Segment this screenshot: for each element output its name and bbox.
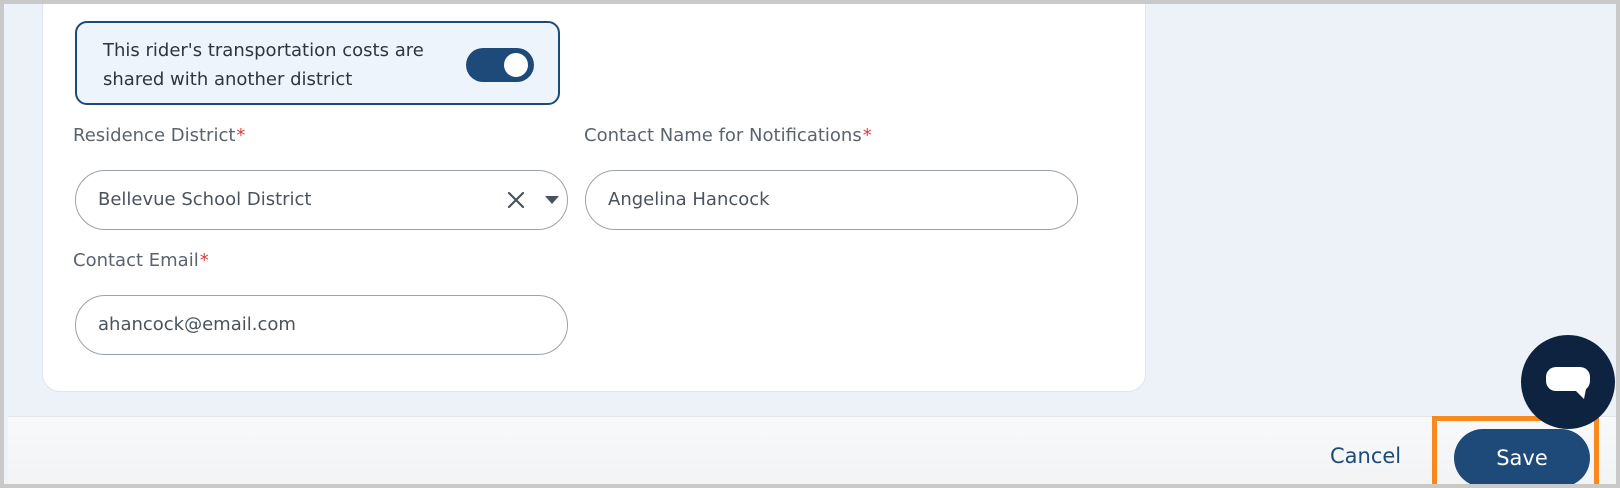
- contact-email-field[interactable]: ahancock@email.com: [75, 295, 568, 355]
- shared-costs-toggle[interactable]: [466, 48, 534, 82]
- toggle-knob: [504, 53, 528, 77]
- contact-email-label-text: Contact Email: [73, 250, 199, 271]
- required-mark: *: [236, 125, 246, 146]
- residence-district-select[interactable]: Bellevue School District: [75, 170, 568, 230]
- shared-costs-label: This rider's transportation costs are sh…: [103, 40, 424, 90]
- contact-email-label: Contact Email*: [73, 250, 209, 271]
- save-button[interactable]: Save: [1454, 429, 1590, 484]
- residence-district-value: Bellevue School District: [98, 189, 312, 210]
- chevron-down-icon[interactable]: [544, 195, 560, 205]
- residence-district-label-text: Residence District: [73, 125, 236, 146]
- contact-name-label: Contact Name for Notifications*: [584, 125, 872, 146]
- contact-email-value: ahancock@email.com: [98, 314, 296, 335]
- cancel-button[interactable]: Cancel: [1330, 444, 1401, 468]
- contact-name-label-text: Contact Name for Notifications: [584, 125, 862, 146]
- chat-icon: [1546, 367, 1590, 399]
- chat-button[interactable]: [1521, 335, 1615, 429]
- required-mark: *: [862, 125, 872, 146]
- close-icon[interactable]: [504, 188, 528, 212]
- shared-costs-box: This rider's transportation costs are sh…: [75, 21, 560, 105]
- residence-district-label: Residence District*: [73, 125, 245, 146]
- contact-name-value: Angelina Hancock: [608, 189, 770, 210]
- required-mark: *: [199, 250, 209, 271]
- app-frame: This rider's transportation costs are sh…: [0, 0, 1620, 488]
- contact-name-field[interactable]: Angelina Hancock: [585, 170, 1078, 230]
